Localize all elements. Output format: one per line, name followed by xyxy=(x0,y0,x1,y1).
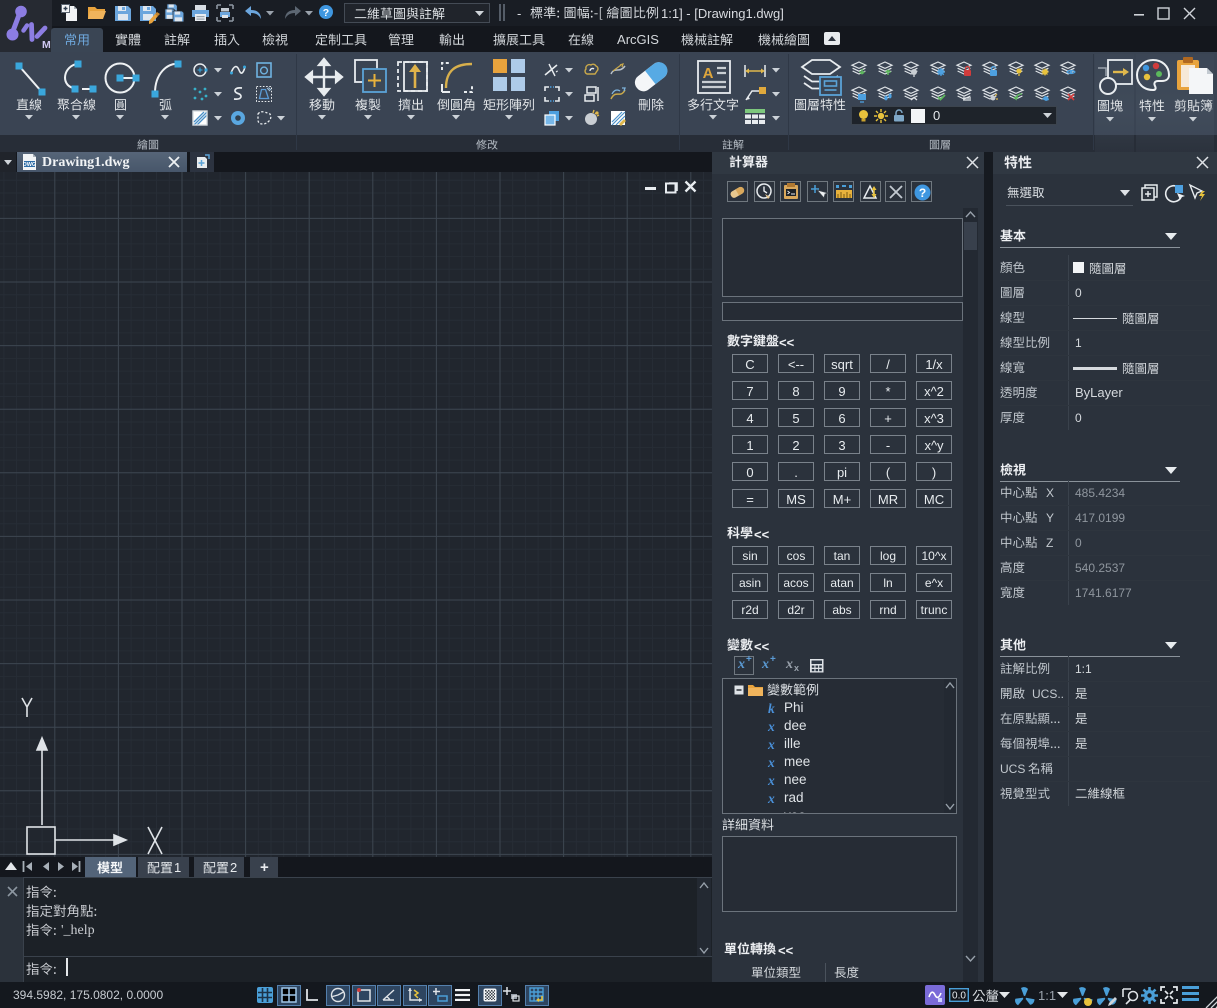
svg-text:M: M xyxy=(42,39,51,51)
svg-text:A: A xyxy=(703,65,714,82)
svg-text:0.0: 0.0 xyxy=(952,991,966,1002)
svg-text:DWG: DWG xyxy=(23,162,36,168)
svg-text:?: ? xyxy=(323,7,329,19)
svg-text:?: ? xyxy=(919,186,926,200)
